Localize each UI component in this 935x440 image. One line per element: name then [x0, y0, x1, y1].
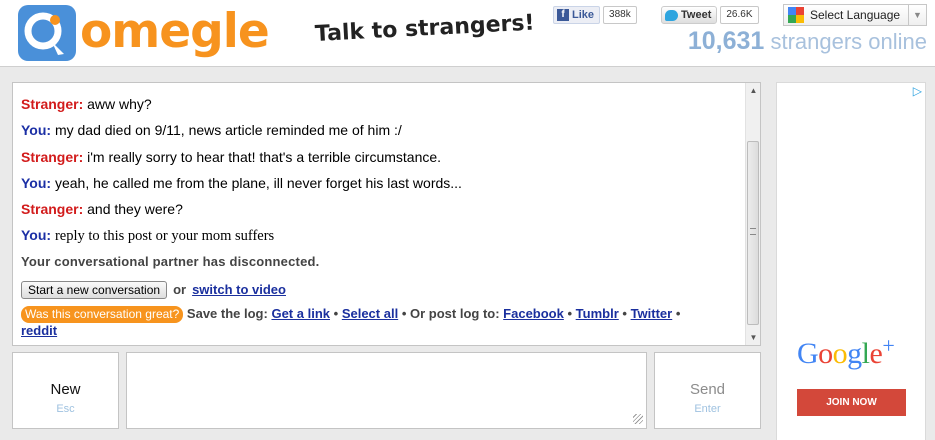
start-new-conversation-button[interactable]: Start a new conversation — [21, 280, 168, 299]
select-all-link[interactable]: Select all — [342, 306, 398, 321]
adchoices-icon[interactable]: ▷ — [913, 84, 922, 98]
join-now-button[interactable]: JOIN NOW — [797, 389, 906, 416]
facebook-like-button[interactable]: f Like — [553, 6, 601, 24]
switch-to-video-link[interactable]: switch to video — [192, 282, 286, 297]
logo-text[interactable]: omegle — [80, 4, 270, 60]
online-count: 10,631 — [687, 27, 765, 55]
facebook-like-count: 388k — [603, 6, 637, 24]
new-chat-button[interactable]: New Esc — [12, 352, 119, 429]
tweet-count: 26.6K — [720, 6, 759, 24]
disconnected-status: Your conversational partner has disconne… — [21, 253, 320, 269]
message-text: and they were? — [87, 201, 183, 218]
you-label: You: — [21, 227, 52, 244]
strangers-online: 10,631 strangers online — [688, 27, 927, 56]
you-label: You: — [21, 122, 52, 139]
you-label: You: — [21, 174, 52, 191]
online-suffix: strangers online — [770, 29, 927, 54]
message-text: my dad died on 9/11, news article remind… — [54, 122, 402, 139]
facebook-like-label: Like — [572, 9, 595, 21]
facebook-link[interactable]: Facebook — [503, 306, 564, 321]
save-log-row: Was this conversation great? Save the lo… — [21, 305, 711, 338]
send-button[interactable]: Send Enter — [654, 352, 761, 429]
send-hint: Enter — [694, 403, 721, 415]
language-select-label: Select Language — [810, 8, 901, 22]
message-text: aww why? — [87, 96, 152, 112]
conversation-great-button[interactable]: Was this conversation great? — [21, 305, 184, 323]
language-select[interactable]: Select Language ▼ — [783, 4, 927, 26]
resize-handle-icon[interactable] — [633, 414, 643, 424]
new-chat-hint: Esc — [56, 403, 75, 415]
reddit-link[interactable]: reddit — [21, 323, 57, 338]
stranger-label: Stranger: — [21, 96, 84, 112]
tweet-button[interactable]: Tweet — [661, 6, 718, 24]
omegle-logo-icon[interactable] — [18, 5, 76, 61]
separator: • — [622, 305, 627, 321]
new-chat-label: New — [50, 381, 81, 398]
google-plus-logo[interactable]: Google+ — [797, 333, 895, 371]
message-text: reply to this post or your mom suffers — [54, 228, 275, 245]
twitter-bird-icon — [665, 9, 678, 21]
stranger-label: Stranger: — [21, 148, 84, 165]
header: omegle Talk to strangers! f Like 388k Tw… — [0, 0, 935, 67]
chevron-down-icon[interactable]: ▼ — [908, 5, 926, 25]
twitter-tweet: Tweet 26.6K — [661, 6, 759, 24]
separator: • — [567, 305, 573, 321]
separator: • — [333, 305, 339, 321]
chat-message: You: yeah, he called me from the plane, … — [21, 172, 741, 198]
tagline: Talk to strangers! — [314, 10, 536, 47]
chat-message: You: my dad died on 9/11, news article r… — [21, 119, 741, 145]
chat-message: You: reply to this post or your mom suff… — [21, 224, 741, 250]
separator: • — [401, 305, 407, 321]
next-action-row: Start a new conversation or switch to vi… — [21, 277, 741, 303]
tumblr-link[interactable]: Tumblr — [576, 306, 619, 321]
separator: • — [675, 305, 681, 321]
scroll-up-arrow-icon[interactable]: ▲ — [746, 83, 761, 98]
facebook-like: f Like 388k — [553, 6, 637, 24]
message-text: yeah, he called me from the plane, ill n… — [54, 174, 462, 191]
chat-log: Stranger: aww why? You: my dad died on 9… — [21, 93, 741, 338]
chat-log-panel: Stranger: aww why? You: my dad died on 9… — [12, 82, 761, 346]
message-text: i'm really sorry to hear that! that's a … — [87, 148, 442, 165]
send-label: Send — [689, 381, 726, 398]
plus-icon: + — [882, 333, 895, 358]
ad-panel: ▷ Google+ JOIN NOW — [776, 82, 926, 440]
tweet-label: Tweet — [681, 9, 712, 21]
post-log-text: Or post log to: — [410, 305, 500, 321]
chat-message: Stranger: and they were? — [21, 198, 741, 224]
grip-icon — [750, 228, 756, 235]
chat-scrollbar[interactable]: ▲ ▼ — [745, 83, 760, 345]
save-log-text: Save the log: — [186, 305, 268, 321]
scroll-down-arrow-icon[interactable]: ▼ — [746, 330, 761, 345]
facebook-icon: f — [557, 9, 569, 21]
twitter-link[interactable]: Twitter — [631, 306, 673, 321]
stranger-label: Stranger: — [21, 201, 84, 218]
or-text: or — [173, 282, 187, 298]
get-link-link[interactable]: Get a link — [271, 306, 330, 321]
chat-message: Stranger: aww why? — [21, 93, 741, 119]
scrollbar-thumb[interactable] — [747, 141, 759, 325]
google-translate-icon — [788, 7, 804, 23]
message-input[interactable] — [126, 352, 647, 429]
chat-message: Stranger: i'm really sorry to hear that!… — [21, 146, 741, 172]
